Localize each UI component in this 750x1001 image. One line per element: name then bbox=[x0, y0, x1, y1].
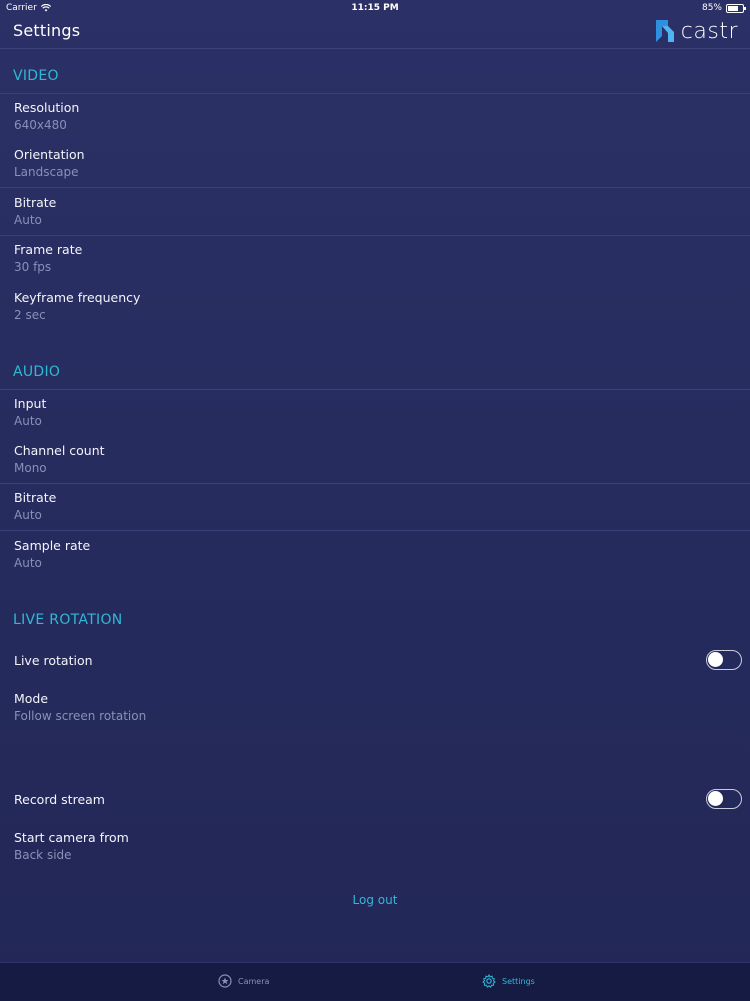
record-stream-label: Record stream bbox=[14, 792, 105, 807]
live-rotation-label: Live rotation bbox=[14, 653, 93, 668]
logout-button[interactable]: Log out bbox=[0, 893, 750, 907]
status-time: 11:15 PM bbox=[351, 3, 399, 13]
audio-bitrate-label[interactable]: Bitrate bbox=[14, 490, 56, 505]
record-stream-toggle[interactable] bbox=[706, 789, 742, 809]
frame-rate-label[interactable]: Frame rate bbox=[14, 242, 82, 257]
tab-settings[interactable]: Settings bbox=[482, 974, 535, 988]
live-rotation-toggle[interactable] bbox=[706, 650, 742, 670]
status-bar: Carrier 11:15 PM 85% bbox=[0, 0, 750, 18]
castr-logo-icon bbox=[655, 20, 674, 42]
tab-bar: Camera Settings bbox=[0, 962, 750, 1001]
frame-rate-value: 30 fps bbox=[14, 260, 52, 274]
battery-icon bbox=[726, 3, 746, 13]
page-title: Settings bbox=[13, 21, 81, 40]
orientation-value: Landscape bbox=[14, 165, 79, 179]
brand-name: castr bbox=[680, 18, 738, 44]
resolution-label[interactable]: Resolution bbox=[14, 100, 79, 115]
keyframe-frequency-value: 2 sec bbox=[14, 308, 46, 322]
divider bbox=[0, 235, 750, 236]
divider bbox=[0, 187, 750, 188]
orientation-label[interactable]: Orientation bbox=[14, 147, 85, 162]
divider bbox=[0, 530, 750, 531]
camera-icon bbox=[218, 974, 232, 988]
tab-settings-label: Settings bbox=[502, 976, 535, 986]
section-header-live-rotation: LIVE ROTATION bbox=[13, 612, 123, 628]
divider bbox=[0, 389, 750, 390]
channel-count-label[interactable]: Channel count bbox=[14, 443, 105, 458]
input-label[interactable]: Input bbox=[14, 396, 46, 411]
video-bitrate-label[interactable]: Bitrate bbox=[14, 195, 56, 210]
resolution-value: 640x480 bbox=[14, 118, 67, 132]
section-header-video: VIDEO bbox=[13, 68, 59, 84]
toggle-knob bbox=[708, 791, 723, 806]
channel-count-value: Mono bbox=[14, 461, 47, 475]
gear-icon bbox=[482, 974, 496, 988]
sample-rate-value: Auto bbox=[14, 556, 42, 570]
audio-bitrate-value: Auto bbox=[14, 508, 42, 522]
sample-rate-label[interactable]: Sample rate bbox=[14, 538, 90, 553]
input-value: Auto bbox=[14, 414, 42, 428]
section-header-audio: AUDIO bbox=[13, 364, 61, 380]
keyframe-frequency-label[interactable]: Keyframe frequency bbox=[14, 290, 140, 305]
divider bbox=[0, 483, 750, 484]
app-header: Settings castr bbox=[0, 18, 750, 49]
mode-label[interactable]: Mode bbox=[14, 691, 48, 706]
brand-logo: castr bbox=[653, 18, 738, 44]
toggle-knob bbox=[708, 652, 723, 667]
tab-camera[interactable]: Camera bbox=[218, 974, 269, 988]
battery-percent: 85% bbox=[701, 3, 722, 13]
mode-value: Follow screen rotation bbox=[14, 709, 147, 723]
status-right: 85% bbox=[701, 3, 746, 13]
divider bbox=[0, 93, 750, 94]
tab-camera-label: Camera bbox=[238, 976, 270, 986]
start-camera-value: Back side bbox=[14, 848, 72, 862]
start-camera-label[interactable]: Start camera from bbox=[14, 830, 129, 845]
battery-fill bbox=[728, 5, 738, 11]
video-bitrate-value: Auto bbox=[14, 213, 42, 227]
